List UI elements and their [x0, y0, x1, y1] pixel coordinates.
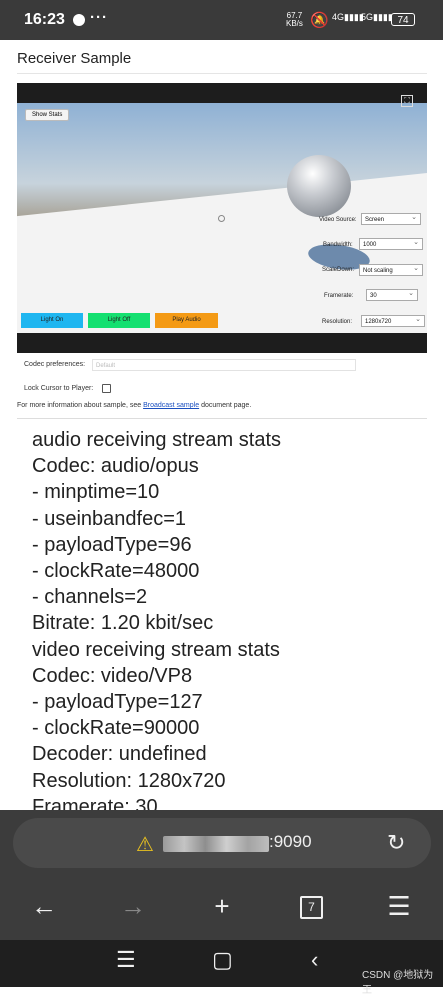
stats-line: Bitrate: 1.20 kbit/sec: [32, 612, 214, 635]
watermark: CSDN @地狱为王: [362, 970, 434, 996]
recent-apps-icon[interactable]: ☰: [116, 947, 136, 973]
video-source-label: Video Source:: [319, 217, 357, 223]
redacted-host: [163, 836, 269, 852]
plus-icon[interactable]: +: [202, 886, 242, 926]
network-speed: 67.7 KB/s: [286, 11, 303, 28]
framerate-label: Framerate:: [324, 293, 354, 299]
clock: 16:23: [24, 11, 65, 28]
signal-4g-icon: 4G▮▮▮▮: [332, 12, 364, 22]
tabs-icon[interactable]: 7: [300, 896, 323, 919]
url-text[interactable]: :9090: [269, 832, 312, 852]
framerate-select[interactable]: 30: [366, 288, 418, 301]
stats-line: - minptime=10: [32, 481, 160, 504]
resolution-label: Resolution:: [322, 319, 353, 325]
codec-preferences-select[interactable]: Default: [92, 359, 356, 371]
stats-line: - channels=2: [32, 586, 148, 609]
scaledown-label: ScaleDown:: [322, 267, 355, 273]
stats-line: audio receiving stream stats: [32, 429, 282, 451]
lock-cursor-checkbox[interactable]: [102, 384, 111, 393]
stats-line: - clockRate=48000: [32, 560, 200, 583]
fullscreen-icon[interactable]: ⛶: [401, 95, 413, 107]
more-notifications: ···: [90, 9, 108, 26]
menu-icon[interactable]: ☰: [379, 886, 419, 926]
show-stats-button[interactable]: Show Stats: [25, 109, 70, 121]
broadcast-sample-link[interactable]: Broadcast sample: [143, 402, 199, 409]
stats-line: - clockRate=90000: [32, 717, 200, 740]
codec-preferences-label: Codec preferences:: [24, 361, 86, 368]
lock-cursor-label: Lock Cursor to Player:: [24, 385, 94, 392]
crosshair-icon: [218, 215, 225, 222]
info-text: For more information about sample, see B…: [17, 402, 252, 409]
scene-sphere: [287, 155, 351, 217]
stats-line: Codec: audio/opus: [32, 455, 199, 478]
browser-toolbar: ⚠ :9090 ↻ ← → + 7 ☰: [0, 810, 443, 940]
light-off-button[interactable]: Light Off: [88, 313, 150, 328]
address-bar[interactable]: ⚠ :9090 ↻: [13, 818, 431, 868]
page-title: Receiver Sample: [17, 50, 132, 67]
stream-stats: audio receiving stream stats Codec: audio…: [32, 427, 432, 810]
signal-5g-icon: 5G▮▮▮▮: [361, 12, 393, 22]
reload-icon[interactable]: ↻: [387, 830, 405, 856]
bandwidth-select[interactable]: 1000: [359, 237, 423, 250]
notification-dot-icon: [73, 14, 85, 26]
stats-line: Resolution: 1280x720: [32, 769, 226, 792]
back-arrow-icon[interactable]: ←: [24, 886, 64, 926]
stats-line: - payloadType=127: [32, 691, 203, 714]
video-player[interactable]: Show Stats ⛶ Video Source: Screen Bandwi…: [17, 83, 427, 353]
title-divider: [17, 73, 427, 74]
stats-line: Decoder: undefined: [32, 743, 207, 766]
stats-line: - useinbandfec=1: [32, 507, 187, 530]
bandwidth-label: Bandwidth:: [323, 242, 353, 248]
play-audio-button[interactable]: Play Audio: [155, 313, 218, 328]
info-divider: [17, 418, 427, 419]
mute-bell-icon: 🔕: [310, 12, 329, 29]
home-icon[interactable]: ▢: [212, 947, 233, 973]
stats-line: Codec: video/VP8: [32, 664, 193, 687]
back-icon[interactable]: ‹: [311, 947, 318, 973]
scaledown-select[interactable]: Not scaling: [359, 263, 423, 276]
battery-icon: 74: [391, 13, 415, 26]
video-source-select[interactable]: Screen: [361, 212, 421, 225]
stats-line: video receiving stream stats: [32, 638, 280, 661]
resolution-select[interactable]: 1280x720: [361, 314, 425, 327]
stats-line: Framerate: 30: [32, 795, 158, 810]
warning-icon[interactable]: ⚠: [136, 832, 154, 857]
forward-arrow-icon[interactable]: →: [113, 886, 153, 926]
stats-line: - payloadType=96: [32, 533, 192, 556]
system-nav-bar: ☰ ▢ ‹ CSDN @地狱为王: [0, 940, 443, 996]
status-bar: 16:23 ··· 67.7 KB/s 🔕 4G▮▮▮▮ 5G▮▮▮▮ 74: [0, 0, 443, 40]
light-on-button[interactable]: Light On: [21, 313, 83, 328]
